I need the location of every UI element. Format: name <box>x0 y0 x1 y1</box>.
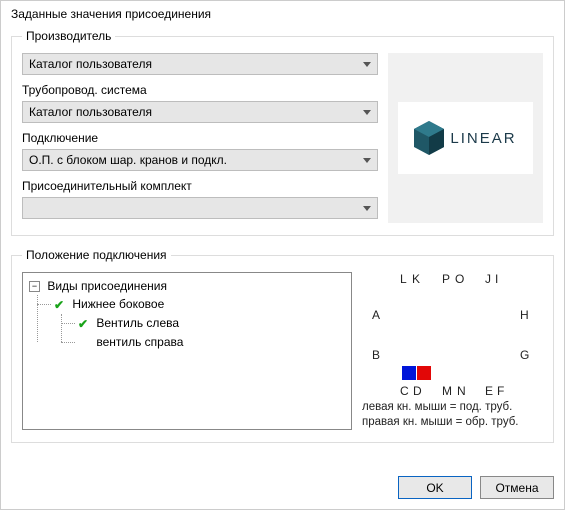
logo-pane: LINEAR <box>388 53 543 223</box>
manufacturer-fields: Каталог пользователя Трубопровод. систем… <box>22 53 378 223</box>
manufacturer-group: Производитель Каталог пользователя Трубо… <box>11 29 554 236</box>
cancel-button[interactable]: Отмена <box>480 476 554 499</box>
position-row: − Виды присоединения ✔ Нижнее боковое ✔ <box>22 272 543 430</box>
dialog-window: Заданные значения присоединения Производ… <box>0 0 565 510</box>
diagram-point-l[interactable]: L <box>400 272 407 286</box>
chevron-down-icon <box>363 62 371 67</box>
catalog-select-value: Каталог пользователя <box>29 57 152 71</box>
diagram-point-g[interactable]: G <box>520 348 529 362</box>
chevron-down-icon <box>363 206 371 211</box>
tree-node-bottom-side-label: Нижнее боковое <box>72 297 164 311</box>
diagram-point-e[interactable]: E <box>485 384 493 398</box>
check-icon: ✔ <box>53 296 65 314</box>
diagram-point-k[interactable]: K <box>412 272 420 286</box>
connection-select[interactable]: О.П. с блоком шар. кранов и подкл. <box>22 149 378 171</box>
diagram-hint-left: левая кн. мыши = под. труб. <box>362 400 543 415</box>
check-icon: ✔ <box>77 315 89 333</box>
kit-select[interactable] <box>22 197 378 219</box>
pipe-system-label: Трубопровод. система <box>22 83 378 97</box>
diagram-point-h[interactable]: H <box>520 308 529 322</box>
manufacturer-row: Каталог пользователя Трубопровод. систем… <box>22 53 543 223</box>
tree-root[interactable]: − Виды присоединения ✔ Нижнее боковое ✔ <box>29 277 345 351</box>
diagram-point-p[interactable]: P <box>442 272 450 286</box>
catalog-select[interactable]: Каталог пользователя <box>22 53 378 75</box>
tree-leaf-valve-left[interactable]: ✔ Вентиль слева <box>77 314 345 333</box>
diagram-point-m[interactable]: M <box>442 384 452 398</box>
pipe-system-select[interactable]: Каталог пользователя <box>22 101 378 123</box>
diagram-point-f[interactable]: F <box>497 384 504 398</box>
diagram-point-n[interactable]: N <box>457 384 466 398</box>
tree-leaf-valve-left-label: Вентиль слева <box>96 316 179 330</box>
tree-leaf-valve-right[interactable]: вентиль справа <box>77 333 345 351</box>
tree-expander-icon[interactable]: − <box>29 281 40 292</box>
diagram-point-i[interactable]: I <box>495 272 498 286</box>
chevron-down-icon <box>363 110 371 115</box>
position-group: Положение подключения − Виды присоединен… <box>11 248 554 443</box>
kit-label: Присоединительный комплект <box>22 179 378 193</box>
chevron-down-icon <box>363 158 371 163</box>
tree-leaf-valve-right-label: вентиль справа <box>96 335 183 349</box>
manufacturer-legend: Производитель <box>22 29 115 43</box>
tree-node-bottom-side[interactable]: ✔ Нижнее боковое ✔ Вентиль слева <box>53 295 345 351</box>
connection-types-tree[interactable]: − Виды присоединения ✔ Нижнее боковое ✔ <box>22 272 352 430</box>
diagram-point-a[interactable]: A <box>372 308 380 322</box>
tree-root-label: Виды присоединения <box>47 279 167 293</box>
dialog-footer: OK Отмена <box>1 468 564 509</box>
position-legend: Положение подключения <box>22 248 171 262</box>
dialog-content: Производитель Каталог пользователя Трубо… <box>1 29 564 468</box>
diagram-point-d[interactable]: D <box>413 384 422 398</box>
pipe-system-select-value: Каталог пользователя <box>29 105 152 119</box>
linear-logo: LINEAR <box>398 102 533 174</box>
diagram-point-b[interactable]: B <box>372 348 380 362</box>
connection-diagram[interactable]: L K P O J I A H B G C D M N E <box>362 272 543 430</box>
diagram-hints: левая кн. мыши = под. труб. правая кн. м… <box>362 400 543 430</box>
window-title: Заданные значения присоединения <box>1 1 564 29</box>
diagram-point-c[interactable]: C <box>400 384 409 398</box>
diagram-point-o[interactable]: O <box>455 272 464 286</box>
tree-root-container: − Виды присоединения ✔ Нижнее боковое ✔ <box>29 277 345 351</box>
connection-label: Подключение <box>22 131 378 145</box>
diagram-return-marker[interactable] <box>417 366 431 380</box>
connection-select-value: О.П. с блоком шар. кранов и подкл. <box>29 153 227 167</box>
linear-logo-icon <box>414 121 444 155</box>
diagram-supply-marker[interactable] <box>402 366 416 380</box>
linear-logo-text: LINEAR <box>450 130 516 147</box>
diagram-point-j[interactable]: J <box>485 272 491 286</box>
ok-button[interactable]: OK <box>398 476 472 499</box>
diagram-hint-right: правая кн. мыши = обр. труб. <box>362 415 543 430</box>
